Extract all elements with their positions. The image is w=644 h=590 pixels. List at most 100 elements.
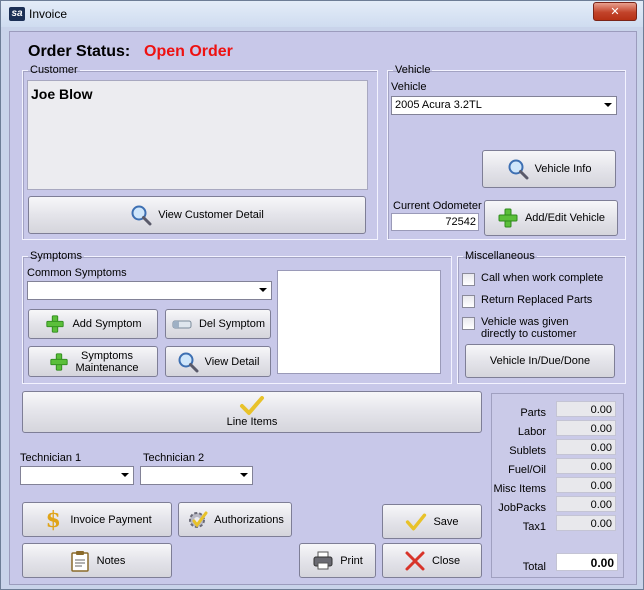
- symptoms-maintenance-line1: Symptoms: [81, 349, 133, 362]
- print-button[interactable]: Print: [299, 543, 376, 578]
- vehicle-given-line2: directly to customer: [481, 328, 577, 340]
- plus-icon: [44, 313, 66, 335]
- add-edit-vehicle-button[interactable]: Add/Edit Vehicle: [484, 200, 618, 236]
- vehicle-select[interactable]: 2005 Acura 3.2TL: [391, 96, 617, 115]
- save-label: Save: [433, 515, 459, 528]
- save-button[interactable]: Save: [382, 504, 482, 539]
- order-status-value: Open Order: [144, 43, 233, 60]
- total-row-value: 0.00: [556, 515, 616, 531]
- total-row-value: 0.00: [556, 496, 616, 512]
- line-items-label: Line Items: [226, 416, 278, 428]
- add-symptom-button[interactable]: Add Symptom: [28, 309, 158, 339]
- total-value: 0.00: [556, 553, 618, 571]
- checkbox-box: [462, 317, 475, 330]
- odometer-value: 72542: [445, 216, 476, 228]
- del-symptom-label: Del Symptom: [198, 318, 266, 330]
- common-symptoms-label: Common Symptoms: [27, 267, 127, 279]
- plus-icon: [497, 207, 519, 229]
- vehicle-in-due-done-button[interactable]: Vehicle In/Due/Done: [465, 344, 615, 378]
- notes-button[interactable]: Notes: [22, 543, 172, 578]
- close-x-icon: [404, 550, 426, 572]
- view-customer-detail-label: View Customer Detail: [158, 209, 264, 221]
- del-symptom-button[interactable]: Del Symptom: [165, 309, 271, 339]
- line-items-button[interactable]: Line Items: [22, 391, 482, 433]
- window-title: Invoice: [29, 7, 68, 21]
- chevron-down-icon: [259, 288, 267, 292]
- total-row-label: Labor: [517, 426, 546, 438]
- customer-info-panel: Joe Blow: [27, 80, 368, 190]
- checkbox-box: [462, 295, 475, 308]
- view-detail-label: View Detail: [204, 355, 260, 368]
- symptoms-maintenance-button[interactable]: Symptoms Maintenance: [28, 346, 158, 377]
- invoice-payment-label: Invoice Payment: [70, 513, 152, 526]
- close-button[interactable]: Close: [382, 543, 482, 578]
- symptoms-legend: Symptoms: [30, 250, 82, 262]
- technician1-label: Technician 1: [20, 452, 82, 464]
- technician2-label: Technician 2: [143, 452, 205, 464]
- invoice-form: Order Status: Open Order Customer Joe Bl…: [9, 31, 637, 585]
- miscellaneous-legend: Miscellaneous: [465, 250, 535, 262]
- window-close-button[interactable]: ✕: [593, 2, 637, 21]
- print-label: Print: [340, 554, 363, 567]
- total-row-value: 0.00: [556, 477, 616, 493]
- symptoms-list[interactable]: [277, 270, 441, 374]
- magnifier-icon: [507, 158, 529, 180]
- view-symptom-detail-button[interactable]: View Detail: [165, 346, 271, 377]
- chevron-down-icon: [604, 103, 612, 107]
- add-edit-vehicle-label: Add/Edit Vehicle: [524, 212, 606, 224]
- vehicle-info-label: Vehicle Info: [534, 163, 592, 175]
- symptoms-maintenance-text: Symptoms Maintenance: [76, 350, 139, 374]
- notes-label: Notes: [96, 554, 126, 567]
- eraser-icon: [171, 313, 193, 335]
- total-row-label: Tax1: [522, 521, 546, 533]
- call-when-complete-label: Call when work complete: [481, 272, 604, 284]
- checkmark-icon: [239, 396, 265, 416]
- close-label: Close: [431, 554, 461, 567]
- order-status-label: Order Status:: [28, 43, 131, 60]
- vehicle-given-line1: Vehicle was given: [481, 316, 569, 328]
- add-symptom-label: Add Symptom: [72, 318, 142, 330]
- close-x-icon: ✕: [610, 5, 620, 18]
- printer-icon: [312, 550, 334, 572]
- vehicle-given-text: Vehicle was given directly to customer: [481, 316, 576, 340]
- invoice-payment-button[interactable]: $ Invoice Payment: [22, 502, 172, 537]
- odometer-label: Current Odometer: [393, 200, 482, 212]
- total-row-value: 0.00: [556, 458, 616, 474]
- symptoms-maintenance-line2: Maintenance: [75, 361, 139, 374]
- total-row-value: 0.00: [556, 420, 616, 436]
- checkbox-box: [462, 273, 475, 286]
- gear-check-icon: [186, 509, 208, 531]
- app-logo-icon: sa: [9, 7, 25, 21]
- total-row-label: Fuel/Oil: [508, 464, 546, 476]
- total-row-label: Parts: [520, 407, 546, 419]
- vehicle-info-button[interactable]: Vehicle Info: [482, 150, 616, 188]
- return-parts-label: Return Replaced Parts: [481, 294, 593, 306]
- checkmark-icon: [405, 511, 427, 533]
- total-label: Total: [522, 561, 546, 573]
- vehicle-field-label: Vehicle: [391, 81, 427, 93]
- return-parts-checkbox[interactable]: Return Replaced Parts: [462, 294, 592, 308]
- total-row-label: Misc Items: [493, 483, 546, 495]
- total-row-label: JobPacks: [498, 502, 546, 514]
- technician1-select[interactable]: [20, 466, 134, 485]
- vehicle-legend: Vehicle: [395, 64, 431, 76]
- call-when-complete-checkbox[interactable]: Call when work complete: [462, 272, 603, 286]
- view-customer-detail-button[interactable]: View Customer Detail: [28, 196, 366, 234]
- vehicle-given-checkbox[interactable]: Vehicle was given directly to customer: [462, 316, 576, 340]
- vehicle-in-due-done-label: Vehicle In/Due/Done: [489, 355, 591, 367]
- total-row-value: 0.00: [556, 401, 616, 417]
- plus-icon: [48, 351, 70, 373]
- chevron-down-icon: [121, 473, 129, 477]
- total-row-label: Sublets: [509, 445, 546, 457]
- title-bar[interactable]: sa Invoice ✕: [1, 1, 643, 27]
- magnifier-icon: [177, 351, 199, 373]
- vehicle-selected-value: 2005 Acura 3.2TL: [395, 99, 482, 111]
- authorizations-button[interactable]: Authorizations: [178, 502, 292, 537]
- total-row-value: 0.00: [556, 439, 616, 455]
- common-symptoms-select[interactable]: [27, 281, 272, 300]
- clipboard-icon: [69, 550, 91, 572]
- authorizations-label: Authorizations: [214, 513, 284, 526]
- technician2-select[interactable]: [140, 466, 253, 485]
- magnifier-icon: [130, 204, 152, 226]
- odometer-input[interactable]: 72542: [391, 213, 479, 231]
